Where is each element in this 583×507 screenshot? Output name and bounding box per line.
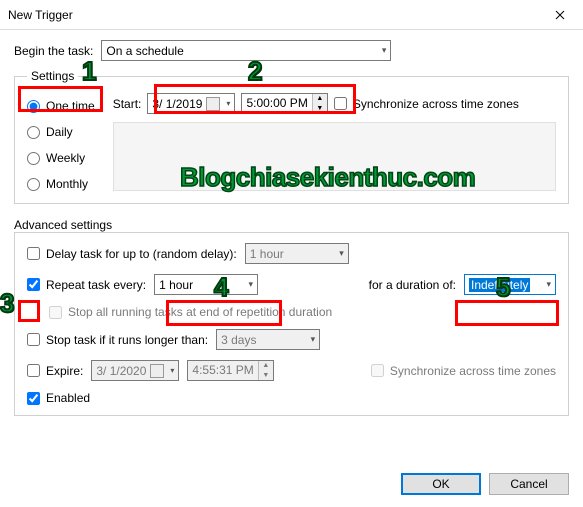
sync2-check: Synchronize across time zones (371, 364, 556, 378)
radio-weekly-input[interactable] (27, 152, 40, 165)
begin-task-combo[interactable]: On a schedule ▾ (101, 40, 391, 61)
duration-combo[interactable]: Indefinitely ▾ (464, 274, 556, 295)
chevron-down-icon: ▾ (224, 99, 232, 108)
radio-one-time-input[interactable] (27, 100, 40, 113)
start-time-value: 5:00:00 PM (242, 94, 311, 113)
ok-button[interactable]: OK (401, 473, 481, 495)
expire-time-spinner: 4:55:31 PM ▲ ▼ (187, 360, 273, 381)
chevron-down-icon: ▾ (305, 334, 316, 345)
delay-check[interactable]: Delay task for up to (random delay): (27, 247, 237, 261)
schedule-detail-panel (113, 122, 556, 191)
stop-all-check-input (49, 306, 62, 319)
start-date-value: 3/ 1/2019 (152, 97, 202, 111)
start-label: Start: (113, 97, 142, 111)
spin-up-icon[interactable]: ▲ (313, 94, 327, 104)
close-button[interactable] (537, 0, 583, 30)
stop-if-check[interactable]: Stop task if it runs longer than: (27, 333, 208, 347)
stop-if-check-input[interactable] (27, 333, 40, 346)
advanced-title: Advanced settings (14, 218, 569, 232)
calendar-icon (206, 97, 220, 111)
calendar-icon (150, 364, 164, 378)
cancel-button[interactable]: Cancel (489, 473, 569, 495)
expire-check-input[interactable] (27, 364, 40, 377)
sync2-check-input (371, 364, 384, 377)
duration-label: for a duration of: (369, 278, 456, 292)
begin-task-value: On a schedule (106, 44, 183, 58)
enabled-check-input[interactable] (27, 392, 40, 405)
sync-timezone-check[interactable]: Synchronize across time zones (334, 97, 519, 111)
delay-check-input[interactable] (27, 247, 40, 260)
radio-monthly[interactable]: Monthly (27, 177, 95, 191)
delay-combo: 1 hour ▾ (245, 243, 349, 264)
begin-task-label: Begin the task: (14, 44, 93, 58)
settings-legend: Settings (27, 69, 78, 83)
radio-daily[interactable]: Daily (27, 125, 95, 139)
sync-timezone-input[interactable] (334, 97, 347, 110)
radio-daily-input[interactable] (27, 126, 40, 139)
repeat-every-combo[interactable]: 1 hour ▾ (154, 274, 258, 295)
stop-all-check: Stop all running tasks at end of repetit… (49, 305, 332, 319)
expire-date-picker: 3/ 1/2020 ▾ (91, 360, 179, 381)
spin-down-icon[interactable]: ▼ (313, 104, 327, 114)
radio-weekly[interactable]: Weekly (27, 151, 95, 165)
start-date-picker[interactable]: 3/ 1/2019 ▾ (147, 93, 235, 114)
chevron-down-icon: ▾ (243, 279, 254, 290)
repeat-check[interactable]: Repeat task every: (27, 278, 146, 292)
start-time-spinner[interactable]: 5:00:00 PM ▲ ▼ (241, 93, 327, 114)
radio-monthly-input[interactable] (27, 178, 40, 191)
spin-up-icon: ▲ (259, 361, 273, 371)
settings-group: Settings One time Daily Weekly Monthly (14, 69, 569, 204)
repeat-check-input[interactable] (27, 278, 40, 291)
expire-check[interactable]: Expire: (27, 364, 83, 378)
enabled-check[interactable]: Enabled (27, 391, 90, 405)
chevron-down-icon: ▾ (376, 45, 387, 56)
advanced-group: Delay task for up to (random delay): 1 h… (14, 232, 569, 416)
chevron-down-icon: ▾ (168, 366, 176, 375)
stop-if-combo: 3 days ▾ (216, 329, 320, 350)
chevron-down-icon: ▾ (540, 279, 551, 290)
window-title: New Trigger (8, 8, 537, 22)
chevron-down-icon: ▾ (333, 248, 344, 259)
spin-down-icon: ▼ (259, 371, 273, 381)
radio-one-time[interactable]: One time (27, 99, 95, 113)
titlebar: New Trigger (0, 0, 583, 30)
